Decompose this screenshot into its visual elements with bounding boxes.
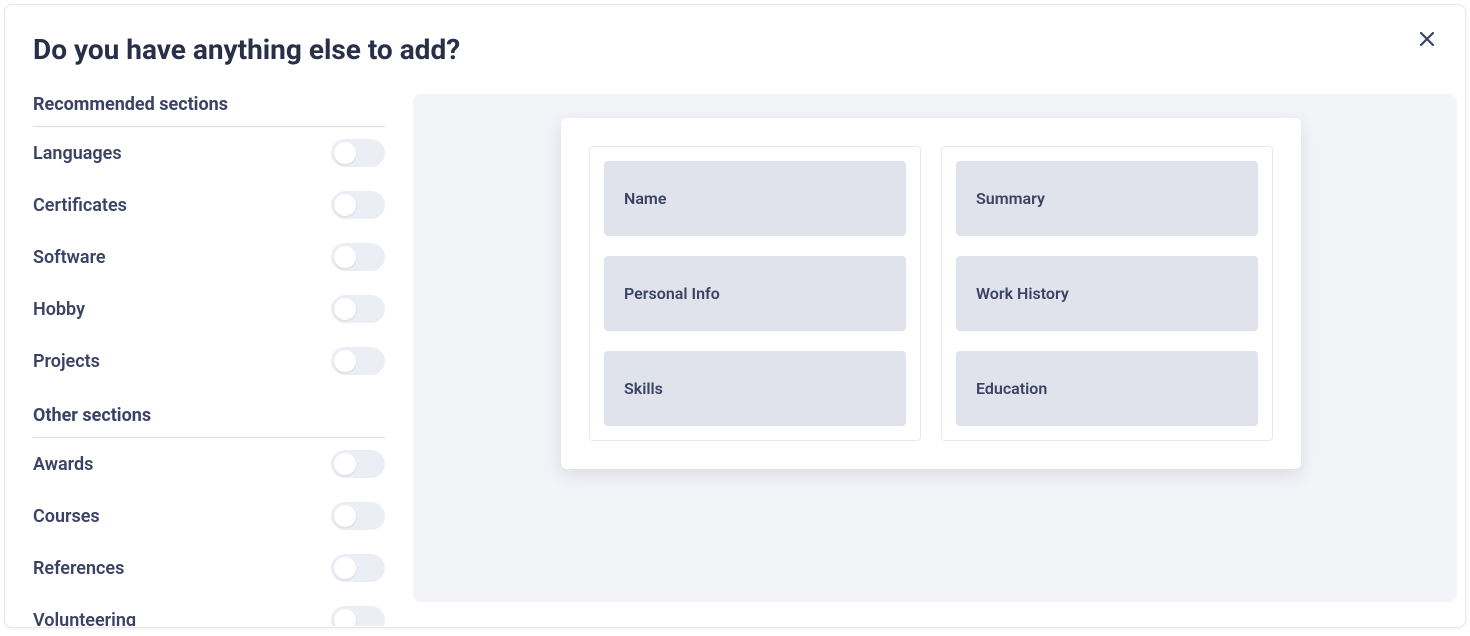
section-item-references: References (33, 542, 385, 594)
section-item-hobby: Hobby (33, 283, 385, 335)
toggle-projects[interactable] (331, 347, 385, 375)
toggle-certificates[interactable] (331, 191, 385, 219)
section-item-label: Courses (33, 506, 100, 527)
preview-column-left: Name Personal Info Skills (589, 146, 921, 441)
dialog-title: Do you have anything else to add? (5, 5, 1465, 66)
preview-column-right: Summary Work History Education (941, 146, 1273, 441)
preview-area: Name Personal Info Skills Summary Work H… (413, 94, 1457, 602)
preview-block-skills[interactable]: Skills (604, 351, 906, 426)
recommended-sections-group: Recommended sections Languages Certifica… (33, 94, 385, 387)
close-button[interactable] (1413, 25, 1441, 53)
preview-block-work-history[interactable]: Work History (956, 256, 1258, 331)
close-icon (1418, 30, 1436, 48)
section-item-projects: Projects (33, 335, 385, 387)
toggle-hobby[interactable] (331, 295, 385, 323)
section-item-label: Awards (33, 454, 93, 475)
preview-card: Name Personal Info Skills Summary Work H… (561, 118, 1301, 469)
section-item-volunteering: Volunteering (33, 594, 385, 626)
section-item-languages: Languages (33, 127, 385, 179)
section-item-label: Projects (33, 351, 100, 372)
section-item-software: Software (33, 231, 385, 283)
toggle-awards[interactable] (331, 450, 385, 478)
preview-block-summary[interactable]: Summary (956, 161, 1258, 236)
toggle-volunteering[interactable] (331, 606, 385, 626)
other-heading: Other sections (33, 405, 385, 438)
section-item-label: Certificates (33, 195, 127, 216)
other-sections-group: Other sections Awards Courses References… (33, 405, 385, 626)
toggle-software[interactable] (331, 243, 385, 271)
recommended-heading: Recommended sections (33, 94, 385, 127)
toggle-languages[interactable] (331, 139, 385, 167)
section-item-awards: Awards (33, 438, 385, 490)
section-item-label: Hobby (33, 299, 85, 320)
toggle-courses[interactable] (331, 502, 385, 530)
dialog-content: Recommended sections Languages Certifica… (5, 94, 1465, 626)
preview-block-name[interactable]: Name (604, 161, 906, 236)
section-item-label: Languages (33, 143, 122, 164)
section-item-label: Software (33, 247, 106, 268)
preview-block-education[interactable]: Education (956, 351, 1258, 426)
sections-sidebar: Recommended sections Languages Certifica… (5, 94, 385, 626)
section-item-certificates: Certificates (33, 179, 385, 231)
preview-block-personal-info[interactable]: Personal Info (604, 256, 906, 331)
add-sections-dialog: Do you have anything else to add? Recomm… (4, 4, 1466, 628)
section-item-label: References (33, 558, 124, 579)
toggle-references[interactable] (331, 554, 385, 582)
section-item-label: Volunteering (33, 610, 136, 627)
section-item-courses: Courses (33, 490, 385, 542)
